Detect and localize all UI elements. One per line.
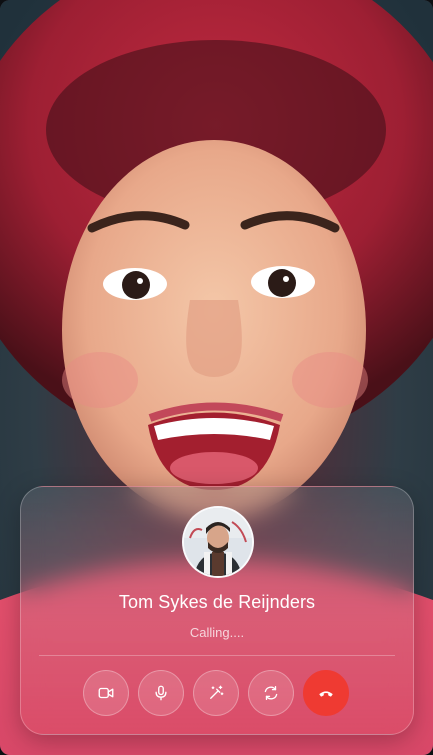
rotate-camera-icon	[264, 685, 278, 701]
mute-button[interactable]	[138, 670, 184, 716]
call-controls	[83, 670, 349, 716]
microphone-icon	[155, 685, 167, 701]
video-toggle-button[interactable]	[83, 670, 129, 716]
effects-button[interactable]	[193, 670, 239, 716]
switch-camera-button[interactable]	[248, 670, 294, 716]
hang-up-icon	[319, 691, 333, 697]
divider	[39, 655, 395, 656]
call-screen: Tom Sykes de Reijnders Calling....	[0, 0, 433, 755]
call-status: Calling....	[189, 625, 245, 640]
caller-name: Tom Sykes de Reijnders	[118, 592, 316, 612]
magic-wand-icon	[210, 685, 224, 699]
video-camera-icon	[98, 687, 114, 699]
end-call-button[interactable]	[303, 670, 349, 716]
caller-avatar	[182, 506, 254, 578]
calling-card: Tom Sykes de Reijnders Calling....	[20, 486, 414, 735]
